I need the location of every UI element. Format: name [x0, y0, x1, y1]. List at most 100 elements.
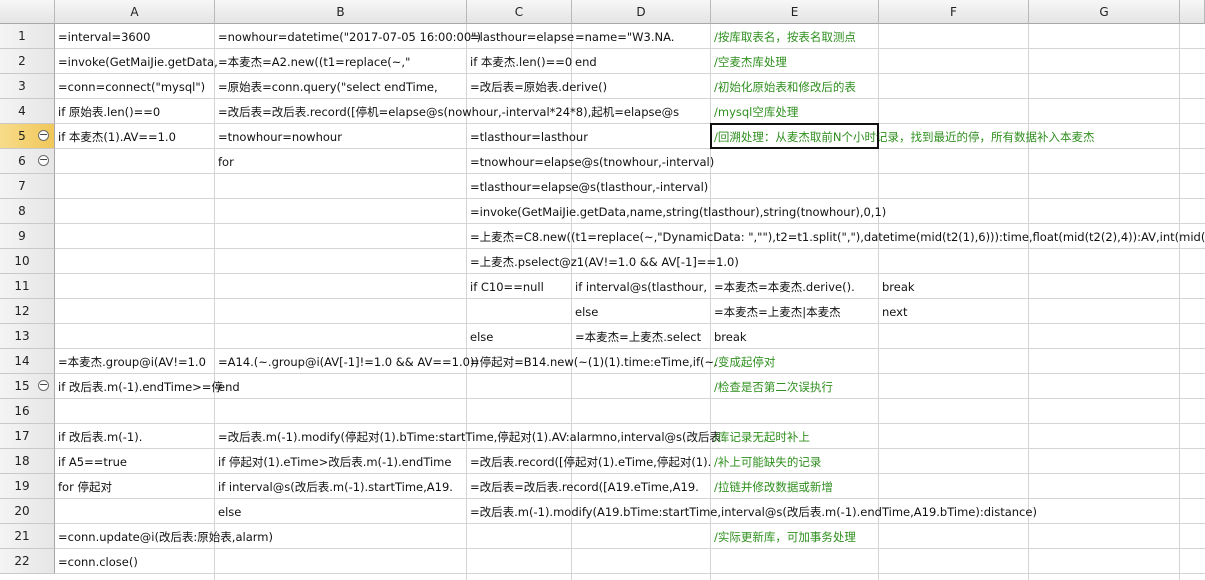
cell-D12[interactable]: else: [572, 300, 598, 324]
row-header-14[interactable]: 14: [0, 349, 55, 374]
cell-C2[interactable]: if 本麦杰.len()==0: [467, 50, 572, 74]
cell-D11[interactable]: if interval@s(tlasthour,: [572, 275, 707, 299]
row-header-4[interactable]: 4: [0, 99, 55, 124]
cell-C18[interactable]: =改后表.record([停起对(1).eTime,停起对(1).: [467, 450, 711, 474]
cell-B2[interactable]: =本麦杰=A2.new((t1=replace(~,": [215, 50, 410, 74]
row-header-18[interactable]: 18: [0, 449, 55, 474]
cell-C1[interactable]: =lasthour=elapse: [467, 25, 574, 49]
cell-B19[interactable]: if interval@s(改后表.m(-1).startTime,A19.: [215, 475, 453, 499]
cell-C9[interactable]: =上麦杰=C8.new((t1=replace(~,"DynamicData: …: [467, 225, 1205, 249]
row-header-7[interactable]: 7: [0, 174, 55, 199]
row-header-9[interactable]: 9: [0, 224, 55, 249]
column-header-A[interactable]: A: [55, 0, 215, 24]
cell-B4[interactable]: =改后表=改后表.record([停机=elapse@s(nowhour,-in…: [215, 100, 679, 124]
cell-B1[interactable]: =nowhour=datetime("2017-07-05 16:00:00"): [215, 25, 481, 49]
cell-A18[interactable]: if A5==true: [55, 450, 127, 474]
row-header-16[interactable]: 16: [0, 399, 55, 424]
row-header-10[interactable]: 10: [0, 249, 55, 274]
cell-A4[interactable]: if 原始表.len()==0: [55, 100, 160, 124]
row-header-12[interactable]: 12: [0, 299, 55, 324]
cell-E15[interactable]: /检查是否第二次误执行: [711, 375, 833, 399]
column-header-empty: [1180, 0, 1205, 24]
cell-E5[interactable]: /回溯处理：从麦杰取前N个小时记录，找到最近的停，所有数据补入本麦杰: [711, 125, 1094, 149]
cell-C14[interactable]: =停起对=B14.new(~(1)(1).time:eTime,if(~.: [467, 350, 718, 374]
column-header-G[interactable]: G: [1029, 0, 1180, 24]
cell-C19[interactable]: =改后表=改后表.record([A19.eTime,A19.: [467, 475, 699, 499]
row-header-13[interactable]: 13: [0, 324, 55, 349]
row-header-15[interactable]: 15−: [0, 374, 55, 399]
cell-B3[interactable]: =原始表=conn.query("select endTime,: [215, 75, 438, 99]
cell-D13[interactable]: =本麦杰=上麦杰.select: [572, 325, 701, 349]
cell-A17[interactable]: if 改后表.m(-1).: [55, 425, 142, 449]
cell-A5[interactable]: if 本麦杰(1).AV==1.0: [55, 125, 176, 149]
cell-C10[interactable]: =上麦杰.pselect@z1(AV!=1.0 && AV[-1]==1.0): [467, 250, 739, 274]
row-header-11[interactable]: 11: [0, 274, 55, 299]
row-header-19[interactable]: 19: [0, 474, 55, 499]
row-number: 12: [14, 304, 30, 318]
cell-E18[interactable]: /补上可能缺失的记录: [711, 450, 821, 474]
collapse-toggle-icon[interactable]: −: [38, 129, 49, 141]
cell-A22[interactable]: =conn.close(): [55, 550, 138, 574]
cell-B20[interactable]: else: [215, 500, 241, 524]
collapse-toggle-icon[interactable]: −: [38, 379, 49, 391]
cell-B5[interactable]: =tnowhour=nowhour: [215, 125, 342, 149]
cell-B18[interactable]: if 停起对(1).eTime>改后表.m(-1).endTime: [215, 450, 451, 474]
cell-B14[interactable]: =A14.(~.group@i(AV[-1]!=1.0 && AV==1.0)): [215, 350, 479, 374]
cell-F11[interactable]: break: [879, 275, 915, 299]
cell-C13[interactable]: else: [467, 325, 493, 349]
cell-C5[interactable]: =tlasthour=lasthour: [467, 125, 588, 149]
row-header-8[interactable]: 8: [0, 199, 55, 224]
cell-E3[interactable]: /初始化原始表和修改后的表: [711, 75, 856, 99]
cell-E4[interactable]: /mysql空库处理: [711, 100, 798, 124]
cell-E13[interactable]: break: [711, 325, 747, 349]
cell-A1[interactable]: =interval=3600: [55, 25, 150, 49]
column-header-C[interactable]: C: [467, 0, 572, 24]
row-header-1[interactable]: 1: [0, 24, 55, 49]
cell-A21[interactable]: =conn.update@i(改后表:原始表,alarm): [55, 525, 273, 549]
cell-E12[interactable]: =本麦杰=上麦杰|本麦杰: [711, 300, 841, 324]
cell-C8[interactable]: =invoke(GetMaiJie.getData,name,string(tl…: [467, 200, 886, 224]
cell-E11[interactable]: =本麦杰=本麦杰.derive().: [711, 275, 855, 299]
cell-B6[interactable]: for: [215, 150, 234, 174]
row-number: 14: [14, 354, 30, 368]
column-header-F[interactable]: F: [879, 0, 1029, 24]
cell-A14[interactable]: =本麦杰.group@i(AV!=1.0: [55, 350, 206, 374]
cell-C20[interactable]: =改后表.m(-1).modify(A19.bTime:startTime,in…: [467, 500, 1037, 524]
column-header-E[interactable]: E: [711, 0, 879, 24]
cell-A19[interactable]: for 停起对: [55, 475, 112, 499]
cell-A2[interactable]: =invoke(GetMaiJie.getData,: [55, 50, 218, 74]
row-header-17[interactable]: 17: [0, 424, 55, 449]
cell-E14[interactable]: /变成起停对: [711, 350, 775, 374]
column-header-D[interactable]: D: [572, 0, 711, 24]
cell-A15[interactable]: if 改后表.m(-1).endTime>=停: [55, 375, 223, 399]
cell-F12[interactable]: next: [879, 300, 907, 324]
cell-E19[interactable]: /拉链并修改数据或新增: [711, 475, 833, 499]
cell-D2[interactable]: end: [572, 50, 597, 74]
row-header-3[interactable]: 3: [0, 74, 55, 99]
cell-C3[interactable]: =改后表=原始表.derive(): [467, 75, 607, 99]
cell-C11[interactable]: if C10==null: [467, 275, 544, 299]
cell-A3[interactable]: =conn=connect("mysql"): [55, 75, 205, 99]
cell-B17[interactable]: =改后表.m(-1).modify(停起对(1).bTime:startTime…: [215, 425, 725, 449]
row-header-21[interactable]: 21: [0, 524, 55, 549]
cell-D1[interactable]: =name="W3.NA.: [572, 25, 674, 49]
collapse-toggle-icon[interactable]: −: [38, 154, 49, 166]
spreadsheet-grid[interactable]: A B C D E F G 1 =interval=3600 =nowhour=datetime(…: [0, 0, 1205, 580]
grid-line-vertical: [1179, 24, 1180, 580]
cell-C6[interactable]: =tnowhour=elapse@s(tnowhour,-interval): [467, 150, 714, 174]
row-header-2[interactable]: 2: [0, 49, 55, 74]
column-header-B[interactable]: B: [215, 0, 467, 24]
row-number: 11: [14, 279, 30, 293]
cell-E2[interactable]: /空麦杰库处理: [711, 50, 787, 74]
row-header-22[interactable]: 22: [0, 549, 55, 574]
row-header-20[interactable]: 20: [0, 499, 55, 524]
select-all-corner[interactable]: [0, 0, 55, 24]
cell-E1[interactable]: /按库取表名，按表名取测点: [711, 25, 856, 49]
row-header-6[interactable]: 6−: [0, 149, 55, 174]
cell-B15[interactable]: end: [215, 375, 240, 399]
cell-E21[interactable]: /实际更新库，可加事务处理: [711, 525, 856, 549]
cell-E17[interactable]: /库记录无起时补上: [711, 425, 810, 449]
row-header-5[interactable]: 5−: [0, 124, 55, 149]
cell-C7[interactable]: =tlasthour=elapse@s(tlasthour,-interval): [467, 175, 708, 199]
grid-line-horizontal: [55, 573, 1205, 574]
